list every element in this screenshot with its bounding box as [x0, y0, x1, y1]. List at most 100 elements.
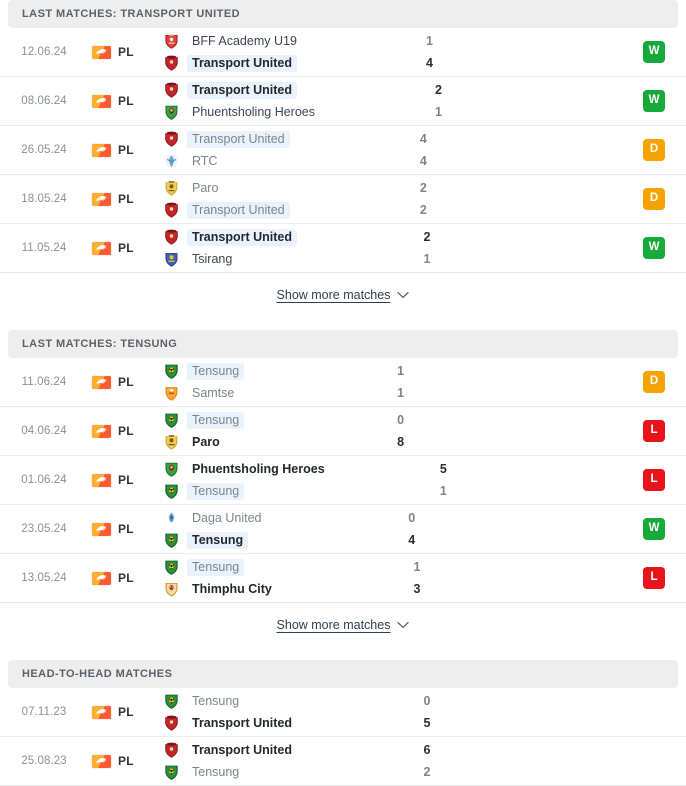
- team-name[interactable]: Tensung: [187, 482, 245, 500]
- result-badge-w[interactable]: W: [643, 237, 666, 259]
- result-badge-d[interactable]: D: [643, 139, 666, 161]
- competition-cell[interactable]: PL: [88, 175, 160, 223]
- team-name[interactable]: Tensung: [187, 411, 245, 429]
- team-line[interactable]: Tsirang: [164, 251, 396, 268]
- team-line[interactable]: Tensung: [164, 531, 380, 549]
- team-line[interactable]: Tensung: [164, 693, 396, 710]
- team-line[interactable]: Phuentsholing Heroes: [164, 461, 412, 478]
- match-date: 11.06.24: [21, 376, 67, 388]
- team-line[interactable]: Transport United: [164, 201, 392, 219]
- show-more-matches-button[interactable]: Show more matches: [277, 288, 410, 302]
- match-row[interactable]: 04.06.24 PL Tensung Paro 0 8 L: [0, 407, 686, 456]
- team-name[interactable]: Tensung: [187, 693, 244, 710]
- team-name[interactable]: Tsirang: [187, 251, 237, 268]
- competition-name[interactable]: PL: [118, 424, 134, 438]
- match-row[interactable]: 25.08.23 PL Transport United Tensung 6 2: [0, 737, 686, 786]
- team-name[interactable]: Phuentsholing Heroes: [187, 461, 330, 478]
- team-name[interactable]: Tensung: [187, 558, 245, 576]
- team-line[interactable]: Daga United: [164, 510, 380, 527]
- team-line[interactable]: Tensung: [164, 764, 396, 781]
- team-name[interactable]: Tensung: [187, 362, 245, 380]
- match-row[interactable]: 11.05.24 PL Transport United Tsirang 2 1 W: [0, 224, 686, 273]
- competition-cell[interactable]: PL: [88, 126, 160, 174]
- competition-cell[interactable]: PL: [88, 737, 160, 785]
- team-line[interactable]: Paro: [164, 434, 369, 451]
- competition-name[interactable]: PL: [118, 754, 134, 768]
- team-line[interactable]: Transport United: [164, 130, 392, 148]
- team-line[interactable]: Transport United: [164, 54, 398, 72]
- match-row[interactable]: 11.06.24 PL Tensung Samtse 1 1 D: [0, 358, 686, 407]
- competition-cell[interactable]: PL: [88, 554, 160, 602]
- team-name[interactable]: Transport United: [187, 201, 290, 219]
- team-name[interactable]: Paro: [187, 180, 223, 197]
- competition-name[interactable]: PL: [118, 192, 134, 206]
- match-row[interactable]: 13.05.24 PL Tensung Thimphu City 1 3 L: [0, 554, 686, 603]
- match-date: 25.08.23: [21, 755, 67, 767]
- team-line[interactable]: Tensung: [164, 558, 385, 576]
- team-line[interactable]: Thimphu City: [164, 581, 385, 598]
- result-badge-w[interactable]: W: [643, 518, 665, 540]
- competition-cell[interactable]: PL: [88, 407, 160, 455]
- match-row[interactable]: 26.05.24 PL Transport United RTC 4 4 D: [0, 126, 686, 175]
- match-row[interactable]: 12.06.24 PL BFF Academy U19 Transport Unite…: [0, 28, 686, 77]
- team-name[interactable]: Transport United: [187, 54, 298, 72]
- result-badge-w[interactable]: W: [643, 90, 665, 112]
- match-row[interactable]: 08.06.24 PL Transport United Phuentsholing …: [0, 77, 686, 126]
- competition-name[interactable]: PL: [118, 473, 134, 487]
- team-name[interactable]: Paro: [187, 434, 225, 451]
- team-name[interactable]: Phuentsholing Heroes: [187, 104, 320, 121]
- competition-cell[interactable]: PL: [88, 505, 160, 553]
- team-name[interactable]: Samtse: [187, 385, 239, 402]
- result-badge-d[interactable]: D: [643, 188, 666, 210]
- match-row[interactable]: 18.05.24 PL Paro Transport United 2 2 D: [0, 175, 686, 224]
- match-row[interactable]: 01.06.24 PL Phuentsholing Heroes Tensung 5 1 L: [0, 456, 686, 505]
- team-line[interactable]: Transport United: [164, 715, 396, 732]
- competition-name[interactable]: PL: [118, 143, 134, 157]
- competition-cell[interactable]: PL: [88, 28, 160, 76]
- competition-name[interactable]: PL: [118, 705, 134, 719]
- competition-cell[interactable]: PL: [88, 224, 160, 272]
- show-more-matches-button[interactable]: Show more matches: [277, 618, 410, 632]
- result-badge-l[interactable]: L: [643, 567, 666, 589]
- team-name[interactable]: Daga United: [187, 510, 267, 527]
- show-more-label[interactable]: Show more matches: [277, 618, 391, 632]
- team-line[interactable]: Tensung: [164, 411, 369, 429]
- match-row[interactable]: 07.11.23 PL Tensung Transport United 0 5: [0, 688, 686, 737]
- competition-name[interactable]: PL: [118, 522, 134, 536]
- result-badge-d[interactable]: D: [643, 371, 666, 393]
- competition-cell[interactable]: PL: [88, 456, 160, 504]
- team-name[interactable]: Transport United: [187, 130, 290, 148]
- team-line[interactable]: Transport United: [164, 742, 396, 759]
- team-name[interactable]: Transport United: [187, 81, 298, 99]
- competition-name[interactable]: PL: [118, 45, 134, 59]
- competition-cell[interactable]: PL: [88, 358, 160, 406]
- team-line[interactable]: Samtse: [164, 385, 369, 402]
- team-name[interactable]: Transport United: [187, 228, 298, 246]
- competition-name[interactable]: PL: [118, 375, 134, 389]
- show-more-label[interactable]: Show more matches: [277, 288, 391, 302]
- team-name[interactable]: Transport United: [187, 742, 297, 759]
- competition-name[interactable]: PL: [118, 571, 134, 585]
- result-badge-l[interactable]: L: [643, 420, 666, 442]
- competition-name[interactable]: PL: [118, 241, 134, 255]
- competition-name[interactable]: PL: [118, 94, 134, 108]
- result-badge-l[interactable]: L: [643, 469, 665, 491]
- team-line[interactable]: Tensung: [164, 362, 369, 380]
- team-name[interactable]: Transport United: [187, 715, 297, 732]
- team-line[interactable]: Paro: [164, 180, 392, 197]
- team-line[interactable]: RTC: [164, 153, 392, 170]
- team-name[interactable]: Thimphu City: [187, 581, 277, 598]
- result-badge-w[interactable]: W: [643, 41, 665, 63]
- team-name[interactable]: BFF Academy U19: [187, 33, 302, 50]
- team-line[interactable]: Phuentsholing Heroes: [164, 104, 407, 121]
- competition-cell[interactable]: PL: [88, 688, 160, 736]
- team-line[interactable]: BFF Academy U19: [164, 33, 398, 50]
- team-line[interactable]: Transport United: [164, 228, 396, 246]
- team-name[interactable]: Tensung: [187, 764, 244, 781]
- team-name[interactable]: RTC: [187, 153, 222, 170]
- team-line[interactable]: Transport United: [164, 81, 407, 99]
- competition-cell[interactable]: PL: [88, 77, 160, 125]
- team-line[interactable]: Tensung: [164, 482, 412, 500]
- team-name[interactable]: Tensung: [187, 531, 249, 549]
- match-row[interactable]: 23.05.24 PL Daga United Tensung 0 4 W: [0, 505, 686, 554]
